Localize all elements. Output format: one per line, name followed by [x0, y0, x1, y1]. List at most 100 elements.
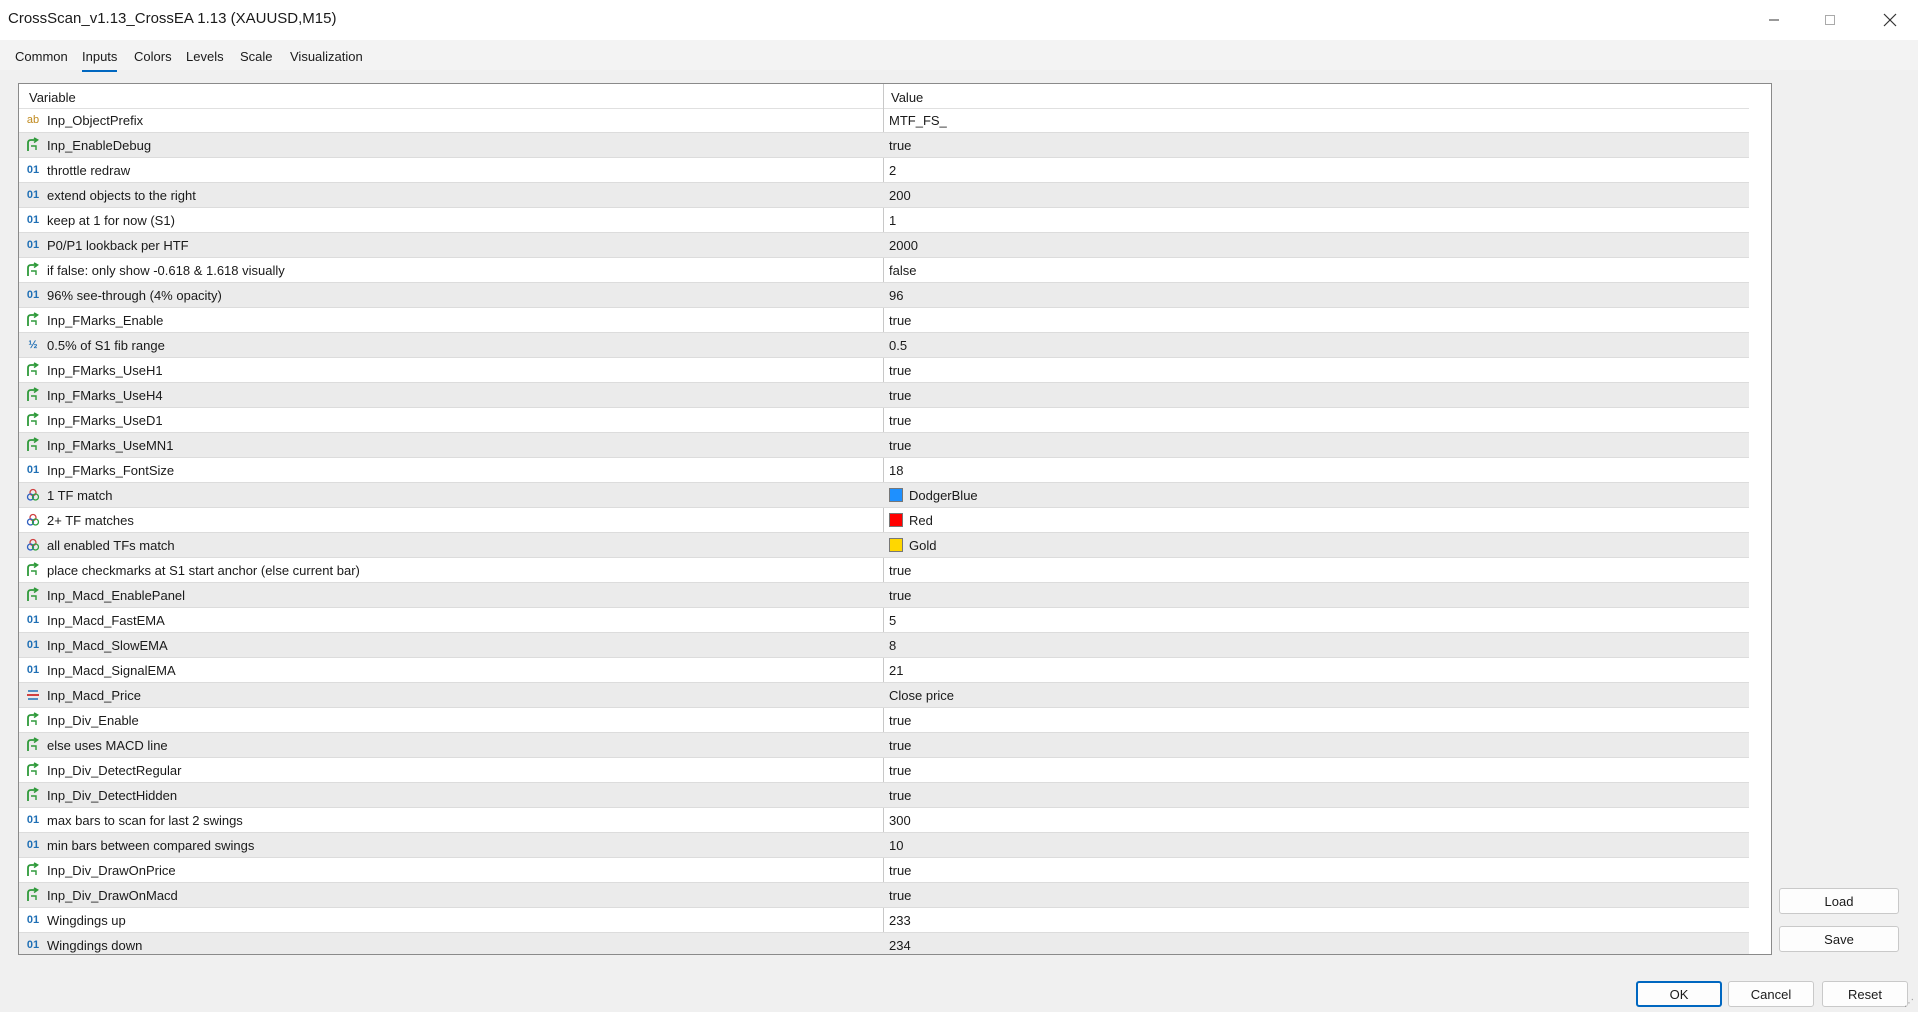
row-value[interactable]: false — [889, 263, 916, 278]
row-value[interactable]: 1 — [889, 213, 896, 228]
table-row[interactable]: Inp_Div_Enable true — [19, 708, 1749, 733]
row-value[interactable]: 200 — [889, 188, 911, 203]
cancel-button[interactable]: Cancel — [1728, 981, 1814, 1007]
table-row[interactable]: 1 TF match DodgerBlue — [19, 483, 1749, 508]
maximize-button[interactable] — [1802, 0, 1858, 40]
table-row[interactable]: 01 Inp_Macd_SignalEMA 21 — [19, 658, 1749, 683]
title-bar: CrossScan_v1.13_CrossEA 1.13 (XAUUSD,M15… — [0, 0, 1918, 40]
table-row[interactable]: Inp_FMarks_UseMN1 true — [19, 433, 1749, 458]
row-value[interactable]: true — [889, 438, 911, 453]
row-value[interactable]: true — [889, 313, 911, 328]
row-value[interactable]: Gold — [889, 538, 936, 553]
row-value[interactable]: true — [889, 563, 911, 578]
table-row[interactable]: 01 keep at 1 for now (S1) 1 — [19, 208, 1749, 233]
table-row[interactable]: 01 throttle redraw 2 — [19, 158, 1749, 183]
save-button[interactable]: Save — [1779, 926, 1899, 952]
row-value[interactable]: 18 — [889, 463, 903, 478]
table-row[interactable]: Inp_FMarks_UseD1 true — [19, 408, 1749, 433]
tab-scale[interactable]: Scale — [240, 49, 273, 64]
row-value[interactable]: 300 — [889, 813, 911, 828]
row-value[interactable]: true — [889, 738, 911, 753]
row-value[interactable]: DodgerBlue — [889, 488, 978, 503]
row-value[interactable]: 21 — [889, 663, 903, 678]
table-row[interactable]: 01 max bars to scan for last 2 swings 300 — [19, 808, 1749, 833]
table-row[interactable]: Inp_FMarks_UseH4 true — [19, 383, 1749, 408]
row-value[interactable]: true — [889, 863, 911, 878]
table-row[interactable]: all enabled TFs match Gold — [19, 533, 1749, 558]
row-value[interactable]: true — [889, 713, 911, 728]
table-row[interactable]: Inp_Div_DetectHidden true — [19, 783, 1749, 808]
reset-button[interactable]: Reset — [1822, 981, 1908, 1007]
table-row[interactable]: 01 96% see-through (4% opacity) 96 — [19, 283, 1749, 308]
row-value[interactable]: 96 — [889, 288, 903, 303]
row-value[interactable]: 234 — [889, 938, 911, 953]
bool-type-icon — [25, 562, 41, 578]
row-value[interactable]: true — [889, 788, 911, 803]
table-row[interactable]: Inp_Div_DrawOnMacd true — [19, 883, 1749, 908]
column-header-variable[interactable]: Variable — [29, 90, 76, 105]
table-row[interactable]: 01 extend objects to the right 200 — [19, 183, 1749, 208]
table-row[interactable]: 01 Wingdings down 234 — [19, 933, 1749, 954]
row-variable-name: Inp_Macd_SignalEMA — [47, 663, 176, 678]
row-value[interactable]: true — [889, 138, 911, 153]
tab-levels[interactable]: Levels — [186, 49, 224, 64]
tab-visualization[interactable]: Visualization — [290, 49, 363, 64]
row-value-text: 1 — [889, 213, 897, 228]
table-row[interactable]: 01 Inp_Macd_SlowEMA 8 — [19, 633, 1749, 658]
bool-type-icon — [25, 737, 41, 753]
table-row[interactable]: 01 Wingdings up 233 — [19, 908, 1749, 933]
row-value-text: true — [889, 388, 912, 403]
table-row[interactable]: 01 Inp_FMarks_FontSize 18 — [19, 458, 1749, 483]
table-row[interactable]: Inp_Div_DrawOnPrice true — [19, 858, 1749, 883]
table-row[interactable]: 01 P0/P1 lookback per HTF 2000 — [19, 233, 1749, 258]
table-row[interactable]: if false: only show -0.618 & 1.618 visua… — [19, 258, 1749, 283]
row-value[interactable]: 2 — [889, 163, 896, 178]
ok-button[interactable]: OK — [1636, 981, 1722, 1007]
table-row[interactable]: Inp_Macd_EnablePanel true — [19, 583, 1749, 608]
row-value[interactable]: Close price — [889, 688, 954, 703]
bool-type-icon — [25, 312, 41, 328]
table-row[interactable]: ab Inp_ObjectPrefix MTF_FS_ — [19, 108, 1749, 133]
table-row[interactable]: else uses MACD line true — [19, 733, 1749, 758]
row-value-text: 300 — [889, 813, 911, 828]
row-value[interactable]: 5 — [889, 613, 896, 628]
tab-colors[interactable]: Colors — [134, 49, 172, 64]
table-row[interactable]: 01 min bars between compared swings 10 — [19, 833, 1749, 858]
row-variable-name: Inp_Div_DetectRegular — [47, 763, 182, 778]
table-row[interactable]: Inp_FMarks_Enable true — [19, 308, 1749, 333]
row-value[interactable]: true — [889, 888, 911, 903]
table-row[interactable]: Inp_Macd_Price Close price — [19, 683, 1749, 708]
row-value-text: true — [889, 763, 912, 778]
row-value[interactable]: 2000 — [889, 238, 918, 253]
tab-inputs[interactable]: Inputs — [82, 49, 118, 72]
table-row[interactable]: Inp_Div_DetectRegular true — [19, 758, 1749, 783]
color-swatch — [889, 513, 903, 527]
row-value[interactable]: true — [889, 388, 911, 403]
row-value[interactable]: Red — [889, 513, 933, 528]
table-row[interactable]: 01 Inp_Macd_FastEMA 5 — [19, 608, 1749, 633]
table-row[interactable]: Inp_EnableDebug true — [19, 133, 1749, 158]
table-row[interactable]: ½ 0.5% of S1 fib range 0.5 — [19, 333, 1749, 358]
row-variable-name: Wingdings down — [47, 938, 143, 953]
load-button[interactable]: Load — [1779, 888, 1899, 914]
row-value[interactable]: MTF_FS_ — [889, 113, 947, 128]
row-value[interactable]: true — [889, 588, 911, 603]
table-row[interactable]: 2+ TF matches Red — [19, 508, 1749, 533]
table-row[interactable]: Inp_FMarks_UseH1 true — [19, 358, 1749, 383]
row-value[interactable]: 10 — [889, 838, 903, 853]
row-value[interactable]: true — [889, 763, 911, 778]
row-value[interactable]: true — [889, 413, 911, 428]
vertical-scrollbar[interactable] — [1749, 108, 1771, 954]
row-value[interactable]: true — [889, 363, 911, 378]
tab-common[interactable]: Common — [15, 49, 68, 64]
row-value[interactable]: 0.5 — [889, 338, 907, 353]
row-value[interactable]: 8 — [889, 638, 896, 653]
resize-grip-icon[interactable]: ⋰ — [1904, 998, 1916, 1010]
column-header-value[interactable]: Value — [891, 90, 923, 105]
minimize-button[interactable] — [1746, 0, 1802, 40]
row-value-text: true — [889, 588, 912, 603]
row-value[interactable]: 233 — [889, 913, 911, 928]
close-button[interactable] — [1862, 0, 1918, 40]
table-row[interactable]: place checkmarks at S1 start anchor (els… — [19, 558, 1749, 583]
row-value-text: true — [889, 313, 912, 328]
